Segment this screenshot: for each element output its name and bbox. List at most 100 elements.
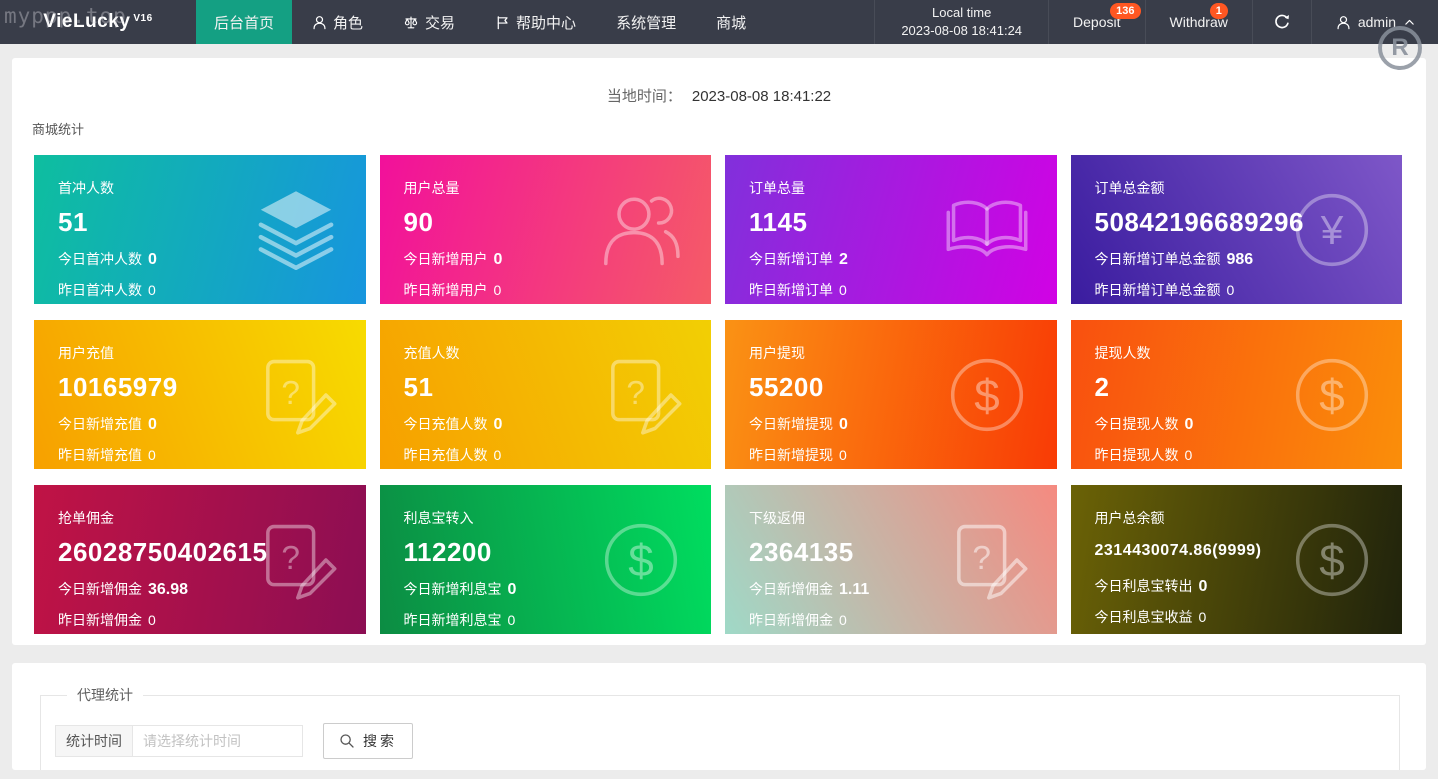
nav-item-label: 商城 xyxy=(716,12,746,33)
local-time-label: Local time xyxy=(932,4,991,22)
brand-version: V16 xyxy=(133,13,152,24)
card-yesterday-label: 今日利息宝收益 xyxy=(1095,609,1193,625)
card-today-label: 今日充值人数 xyxy=(404,416,488,432)
stat-card-withdrawal-users: 提现人数 2 今日提现人数0 昨日提现人数0 $ xyxy=(1071,320,1403,469)
card-today-label: 今日新增利息宝 xyxy=(404,581,502,597)
local-time-value: 2023-08-08 18:41:24 xyxy=(901,22,1022,40)
card-yesterday-label: 昨日新增充值 xyxy=(58,447,142,463)
card-value: 2364135 xyxy=(749,537,1033,568)
card-today-value: 0 xyxy=(494,251,503,268)
nav-item-label: 角色 xyxy=(333,12,363,33)
card-yesterday-value: 0 xyxy=(839,612,847,628)
card-yesterday-value: 0 xyxy=(1227,282,1235,298)
card-value: 10165979 xyxy=(58,372,342,403)
stat-card-recharge-users: 充值人数 51 今日充值人数0 昨日充值人数0 ? xyxy=(380,320,712,469)
card-today-value: 36.98 xyxy=(148,581,188,598)
deposit-badge: 136 xyxy=(1110,3,1140,19)
nav-item-label: 交易 xyxy=(425,12,455,33)
chevron-up-icon xyxy=(1403,16,1416,29)
card-yesterday-value: 0 xyxy=(148,612,156,628)
nav-item-label: 系统管理 xyxy=(616,12,676,33)
card-yesterday-value: 0 xyxy=(148,447,156,463)
main-nav: 后台首页 角色 交易 xyxy=(196,0,766,44)
agent-stats-panel: 代理统计 统计时间 搜索 xyxy=(12,663,1426,770)
card-yesterday-label: 昨日首冲人数 xyxy=(58,282,142,298)
card-today-label: 今日提现人数 xyxy=(1095,416,1179,432)
card-today-value: 0 xyxy=(148,251,157,268)
stat-card-subordinate-rebate: 下级返佣 2364135 今日新增佣金1.11 昨日新增佣金0 ? xyxy=(725,485,1057,634)
nav-item-help-center[interactable]: 帮助中心 xyxy=(475,0,596,44)
card-title: 抢单佣金 xyxy=(58,508,342,528)
local-time-cn-value: 2023-08-08 18:41:22 xyxy=(692,88,831,105)
card-yesterday-label: 昨日新增订单总金额 xyxy=(1095,282,1221,298)
stat-card-user-total-balance: 用户总余额 2314430074.86(9999) 今日利息宝转出 0 今日利息宝… xyxy=(1071,485,1403,634)
card-today-value: 0 xyxy=(148,416,157,433)
card-today-value: 986 xyxy=(1227,251,1254,268)
card-today-value: 0 xyxy=(839,416,848,433)
card-title: 用户充值 xyxy=(58,343,342,363)
user-menu[interactable]: admin xyxy=(1311,0,1438,44)
card-today-label: 今日新增提现 xyxy=(749,416,833,432)
refresh-icon xyxy=(1273,13,1291,31)
brand-name: VieLucky xyxy=(43,11,130,33)
card-yesterday-value: 0 xyxy=(839,282,847,298)
card-yesterday-label: 昨日新增利息宝 xyxy=(404,612,502,628)
agent-stats-legend: 代理统计 xyxy=(67,685,143,705)
nav-item-dashboard[interactable]: 后台首页 xyxy=(196,0,292,44)
card-yesterday-label: 昨日新增用户 xyxy=(404,282,488,298)
card-yesterday-label: 昨日新增提现 xyxy=(749,447,833,463)
stat-card-user-withdrawal: 用户提现 55200 今日新增提现0 昨日新增提现0 $ xyxy=(725,320,1057,469)
card-today-label: 今日新增订单总金额 xyxy=(1095,251,1221,267)
stat-card-order-commission: 抢单佣金 26028750402615 今日新增佣金36.98 昨日新增佣金0 … xyxy=(34,485,366,634)
card-value: 55200 xyxy=(749,372,1033,403)
deposit-button[interactable]: Deposit 136 xyxy=(1048,0,1144,44)
card-yesterday-value: 0 xyxy=(1185,447,1193,463)
local-time-display: Local time 2023-08-08 18:41:24 xyxy=(874,0,1048,44)
card-value: 26028750402615 xyxy=(58,537,342,568)
card-yesterday-value: 0 xyxy=(494,282,502,298)
navbar-right: Local time 2023-08-08 18:41:24 Deposit 1… xyxy=(874,0,1438,44)
card-today-label: 今日新增充值 xyxy=(58,416,142,432)
scales-icon xyxy=(403,15,419,30)
navbar: VieLucky V16 后台首页 角色 xyxy=(0,0,1438,44)
user-icon xyxy=(1336,15,1351,30)
card-today-value: 2 xyxy=(839,251,848,268)
nav-item-trade[interactable]: 交易 xyxy=(383,0,475,44)
card-today-value: 0 xyxy=(494,416,503,433)
local-time-row: 当地时间：2023-08-08 18:41:22 xyxy=(12,58,1426,106)
card-yesterday-value: 0 xyxy=(508,612,516,628)
card-yesterday-label: 昨日充值人数 xyxy=(404,447,488,463)
card-today-label: 今日新增佣金 xyxy=(58,581,142,597)
card-yesterday-value: 0 xyxy=(1199,609,1207,625)
stat-time-input[interactable] xyxy=(133,725,303,757)
card-yesterday-label: 昨日提现人数 xyxy=(1095,447,1179,463)
card-value: 90 xyxy=(404,207,688,238)
card-today-label: 今日新增用户 xyxy=(404,251,488,267)
card-value: 50842196689296 xyxy=(1095,207,1379,238)
card-today-value: 0 xyxy=(1199,578,1208,595)
card-today-value: 0 xyxy=(508,581,517,598)
nav-item-label: 帮助中心 xyxy=(516,12,576,33)
card-today-label: 今日利息宝转出 xyxy=(1095,578,1193,594)
card-title: 用户总余额 xyxy=(1095,508,1379,528)
stat-card-first-deposit-users: 首冲人数 51 今日首冲人数0 昨日首冲人数0 xyxy=(34,155,366,304)
brand-logo: VieLucky V16 xyxy=(0,0,196,44)
card-today-value: 1.11 xyxy=(839,581,869,598)
card-value: 51 xyxy=(404,372,688,403)
card-title: 用户提现 xyxy=(749,343,1033,363)
refresh-button[interactable] xyxy=(1252,0,1311,44)
card-today-label: 今日新增订单 xyxy=(749,251,833,267)
card-value: 2314430074.86(9999) xyxy=(1095,542,1379,565)
withdraw-button[interactable]: Withdraw 1 xyxy=(1145,0,1252,44)
nav-item-mall[interactable]: 商城 xyxy=(696,0,766,44)
nav-item-system-management[interactable]: 系统管理 xyxy=(596,0,696,44)
user-icon xyxy=(312,15,327,30)
search-button[interactable]: 搜索 xyxy=(323,723,413,759)
card-today-label: 今日首冲人数 xyxy=(58,251,142,267)
agent-stats-form: 统计时间 搜索 xyxy=(55,723,1385,759)
card-value: 51 xyxy=(58,207,342,238)
nav-item-roles[interactable]: 角色 xyxy=(292,0,383,44)
search-button-label: 搜索 xyxy=(363,731,397,751)
card-yesterday-value: 0 xyxy=(839,447,847,463)
card-title: 首冲人数 xyxy=(58,178,342,198)
